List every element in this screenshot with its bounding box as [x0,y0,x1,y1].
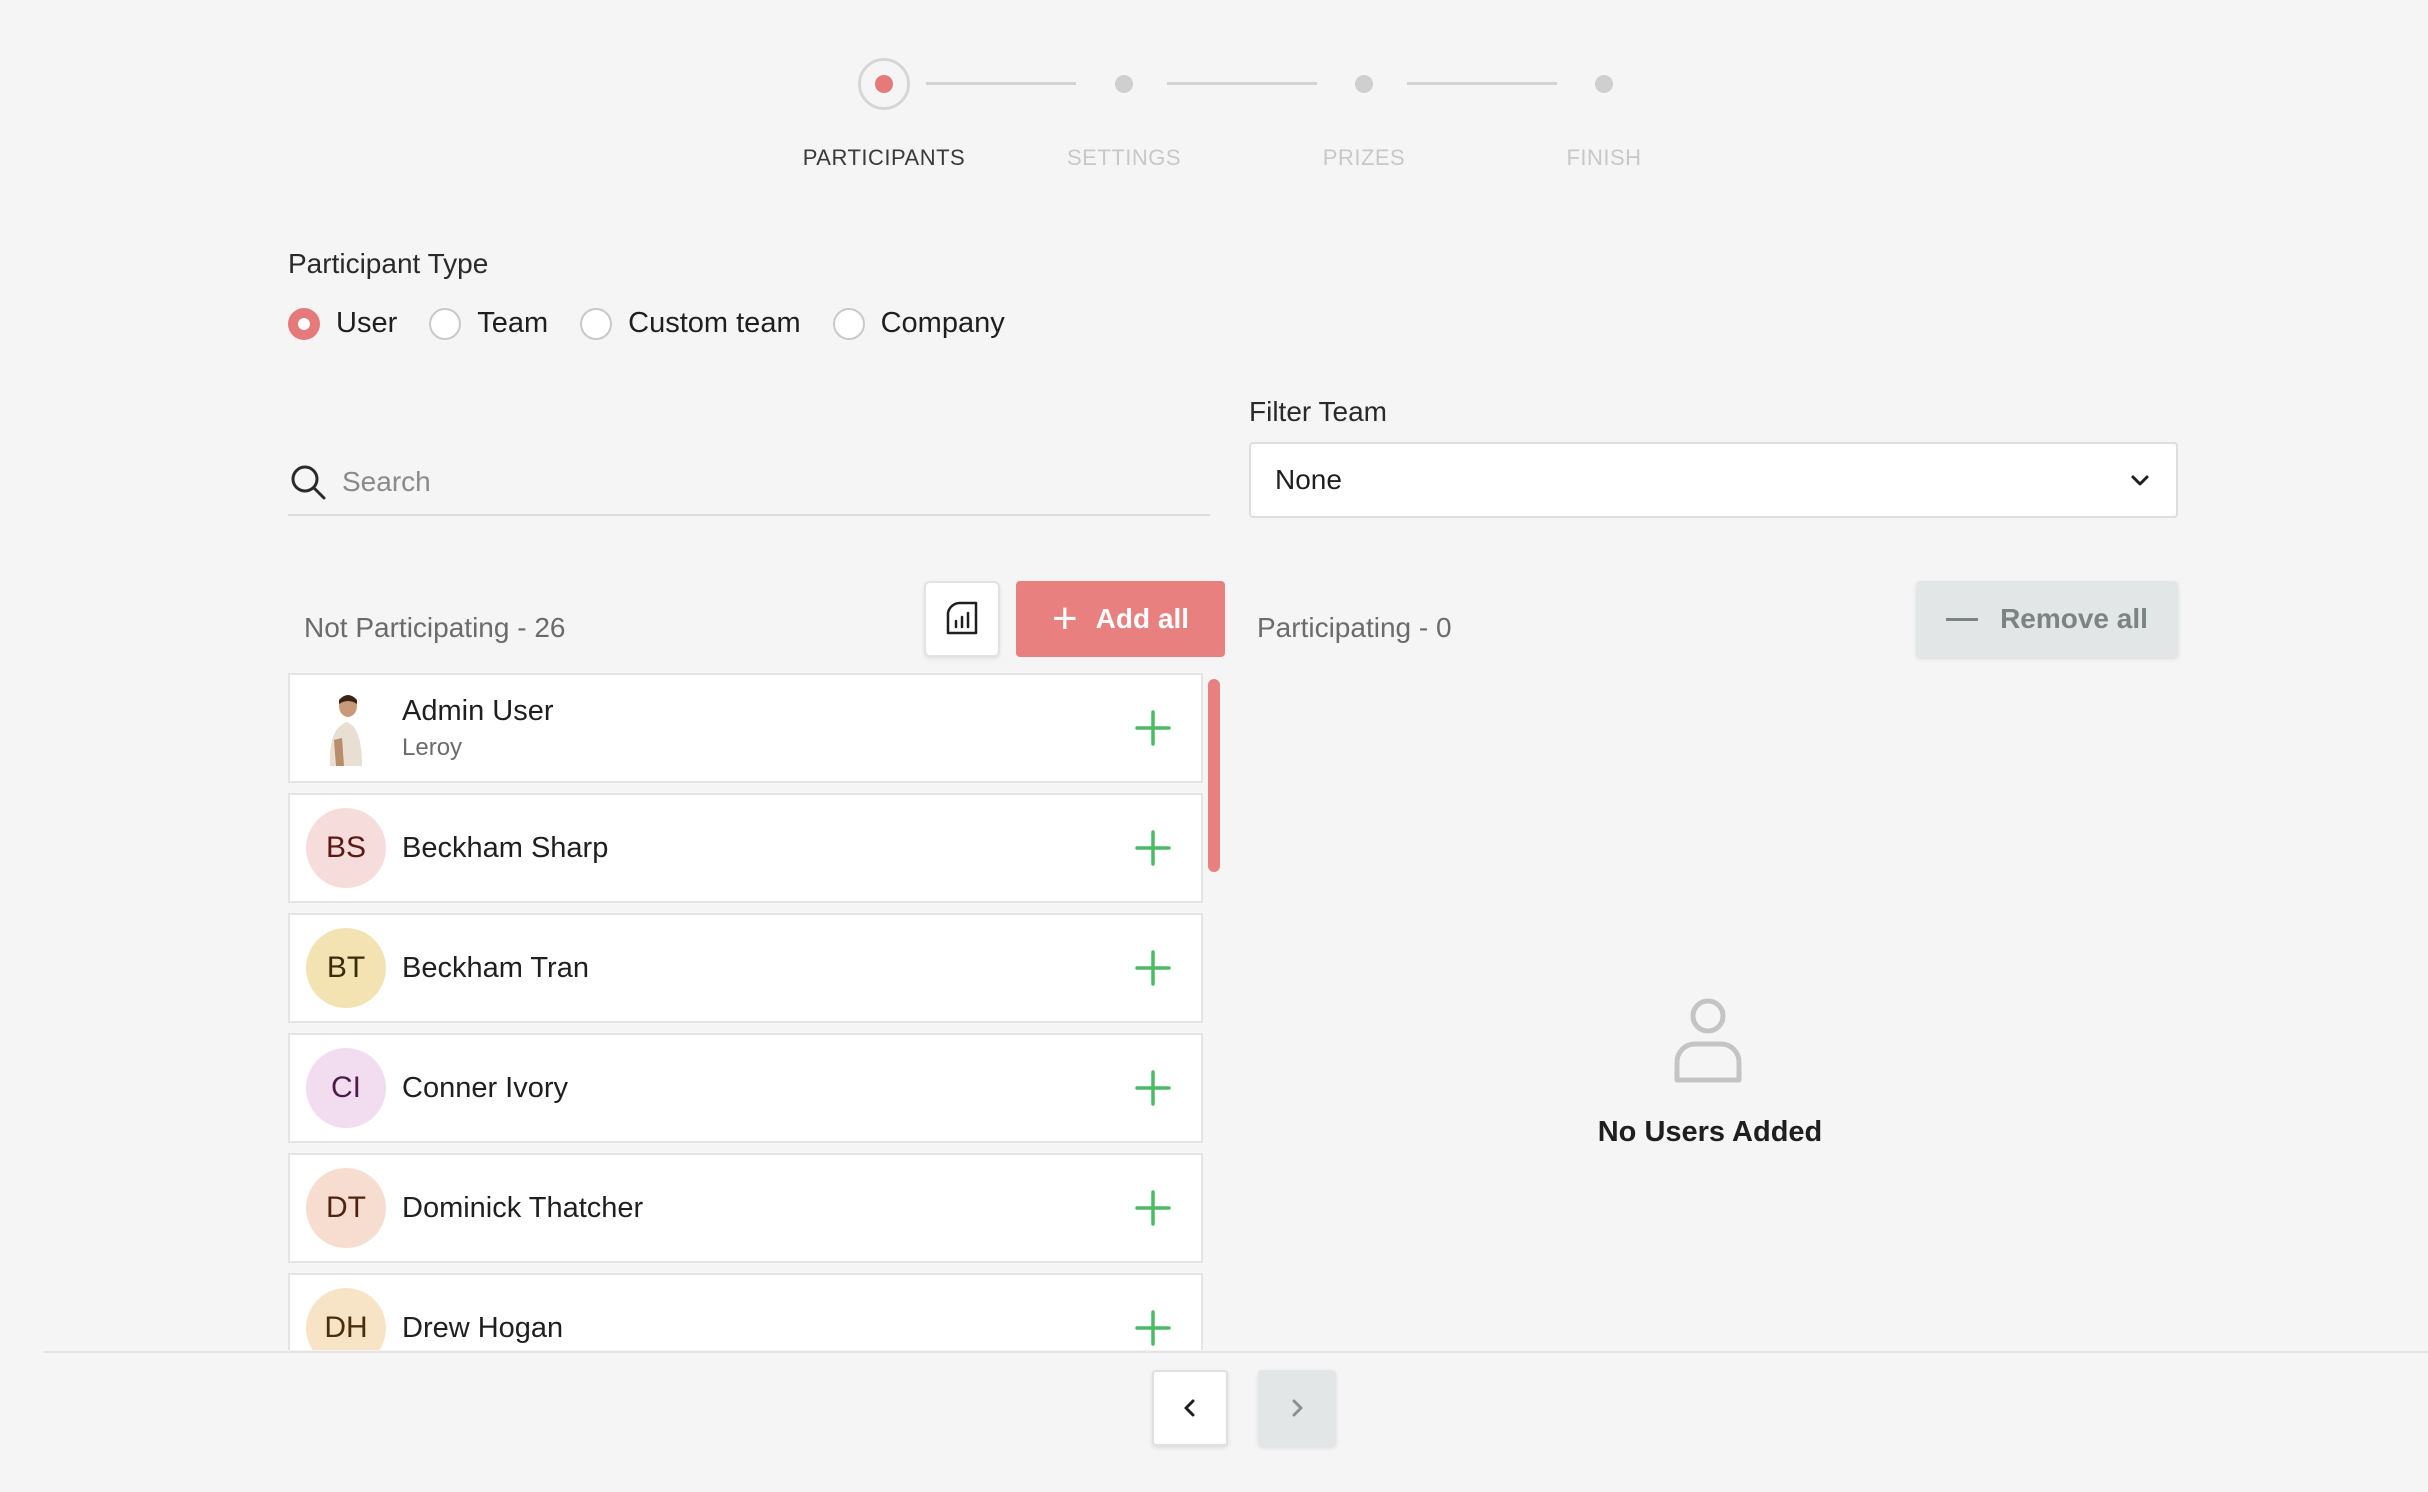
user-subtitle: Leroy [402,733,463,761]
user-name: Dominick Thatcher [402,1191,644,1224]
radio-team[interactable] [429,307,462,340]
plus-icon: + [1051,594,1078,643]
radio-option-team[interactable]: Team [429,307,548,340]
previous-step-button[interactable] [1152,1370,1228,1446]
add-user-button[interactable] [1133,708,1173,748]
user-name: Conner Ivory [402,1071,569,1104]
chevron-down-icon [2131,475,2149,486]
avatar: BS [306,808,386,888]
radio-custom-team[interactable] [580,307,613,340]
list-item: BT Beckham Tran [288,913,1203,1023]
add-user-button[interactable] [1133,1308,1173,1348]
user-name: Beckham Tran [402,951,589,984]
chevron-left-icon [1184,1399,1195,1417]
user-name: Beckham Sharp [402,831,609,864]
report-button[interactable] [924,581,1000,657]
list-item: CI Conner Ivory [288,1033,1203,1143]
step-connector [1407,82,1557,85]
step-finish-indicator [1595,75,1613,93]
footer-divider [44,1351,2428,1353]
avatar: DH [306,1288,386,1350]
radio-label-company: Company [880,307,1005,339]
filter-team-value: None [1275,464,1342,495]
avatar: CI [306,1048,386,1128]
radio-label-team: Team [477,307,549,339]
step-label-settings[interactable]: SETTINGS [1067,145,1181,171]
remove-all-button[interactable]: Remove all [1916,581,2178,657]
add-user-button[interactable] [1133,1068,1173,1108]
step-participants-indicator [858,58,910,110]
step-connector [926,82,1076,85]
avatar [306,688,386,768]
list-scrollbar[interactable] [1208,679,1220,872]
radio-option-user[interactable]: User [288,307,397,340]
user-name: Admin User [402,694,554,727]
list-item: DH Drew Hogan [288,1273,1203,1350]
filter-team-label: Filter Team [1249,396,1387,427]
participant-type-title: Participant Type [288,248,489,279]
remove-all-label: Remove all [2000,603,2148,634]
step-prizes-indicator [1355,75,1373,93]
list-item: Admin User Leroy [288,673,1203,783]
next-step-button[interactable] [1258,1370,1336,1446]
step-label-participants[interactable]: PARTICIPANTS [803,145,965,171]
report-icon [946,601,978,635]
search-icon [291,465,326,500]
radio-company[interactable] [832,307,865,340]
not-participating-title: Not Participating - 26 [304,612,566,643]
radio-user[interactable] [288,307,320,340]
radio-label-user: User [336,307,398,339]
add-all-label: Add all [1095,603,1190,634]
chevron-right-icon [1292,1399,1303,1417]
step-connector [1167,82,1317,85]
add-user-button[interactable] [1133,1188,1173,1228]
radio-label-custom-team: Custom team [628,307,801,339]
radio-option-company[interactable]: Company [832,307,1005,340]
avatar: DT [306,1168,386,1248]
wizard-stepper: PARTICIPANTS SETTINGS PRIZES FINISH [0,0,2428,200]
list-item: BS Beckham Sharp [288,793,1203,903]
list-item: DT Dominick Thatcher [288,1153,1203,1263]
participant-type-radio-group: User Team Custom team Company [288,307,1037,340]
step-label-prizes[interactable]: PRIZES [1323,145,1405,171]
participating-title: Participating - 0 [1257,612,1452,643]
add-user-button[interactable] [1133,948,1173,988]
avatar: BT [306,928,386,1008]
not-participating-list[interactable]: Admin User Leroy BS Beckham Sharp BT Bec… [288,673,1228,1350]
filter-team-select[interactable]: None [1249,442,2178,518]
radio-option-custom-team[interactable]: Custom team [580,307,801,340]
step-label-finish[interactable]: FINISH [1566,145,1641,171]
add-all-button[interactable]: + Add all [1016,581,1225,657]
add-user-button[interactable] [1133,828,1173,868]
step-settings-indicator [1115,75,1133,93]
user-name: Drew Hogan [402,1311,564,1344]
search-input[interactable] [342,466,1162,498]
user-outline-icon [1674,998,1742,1083]
search-bar [288,450,1210,516]
empty-state-text: No Users Added [1597,1116,1823,1148]
minus-icon [1946,617,1979,621]
